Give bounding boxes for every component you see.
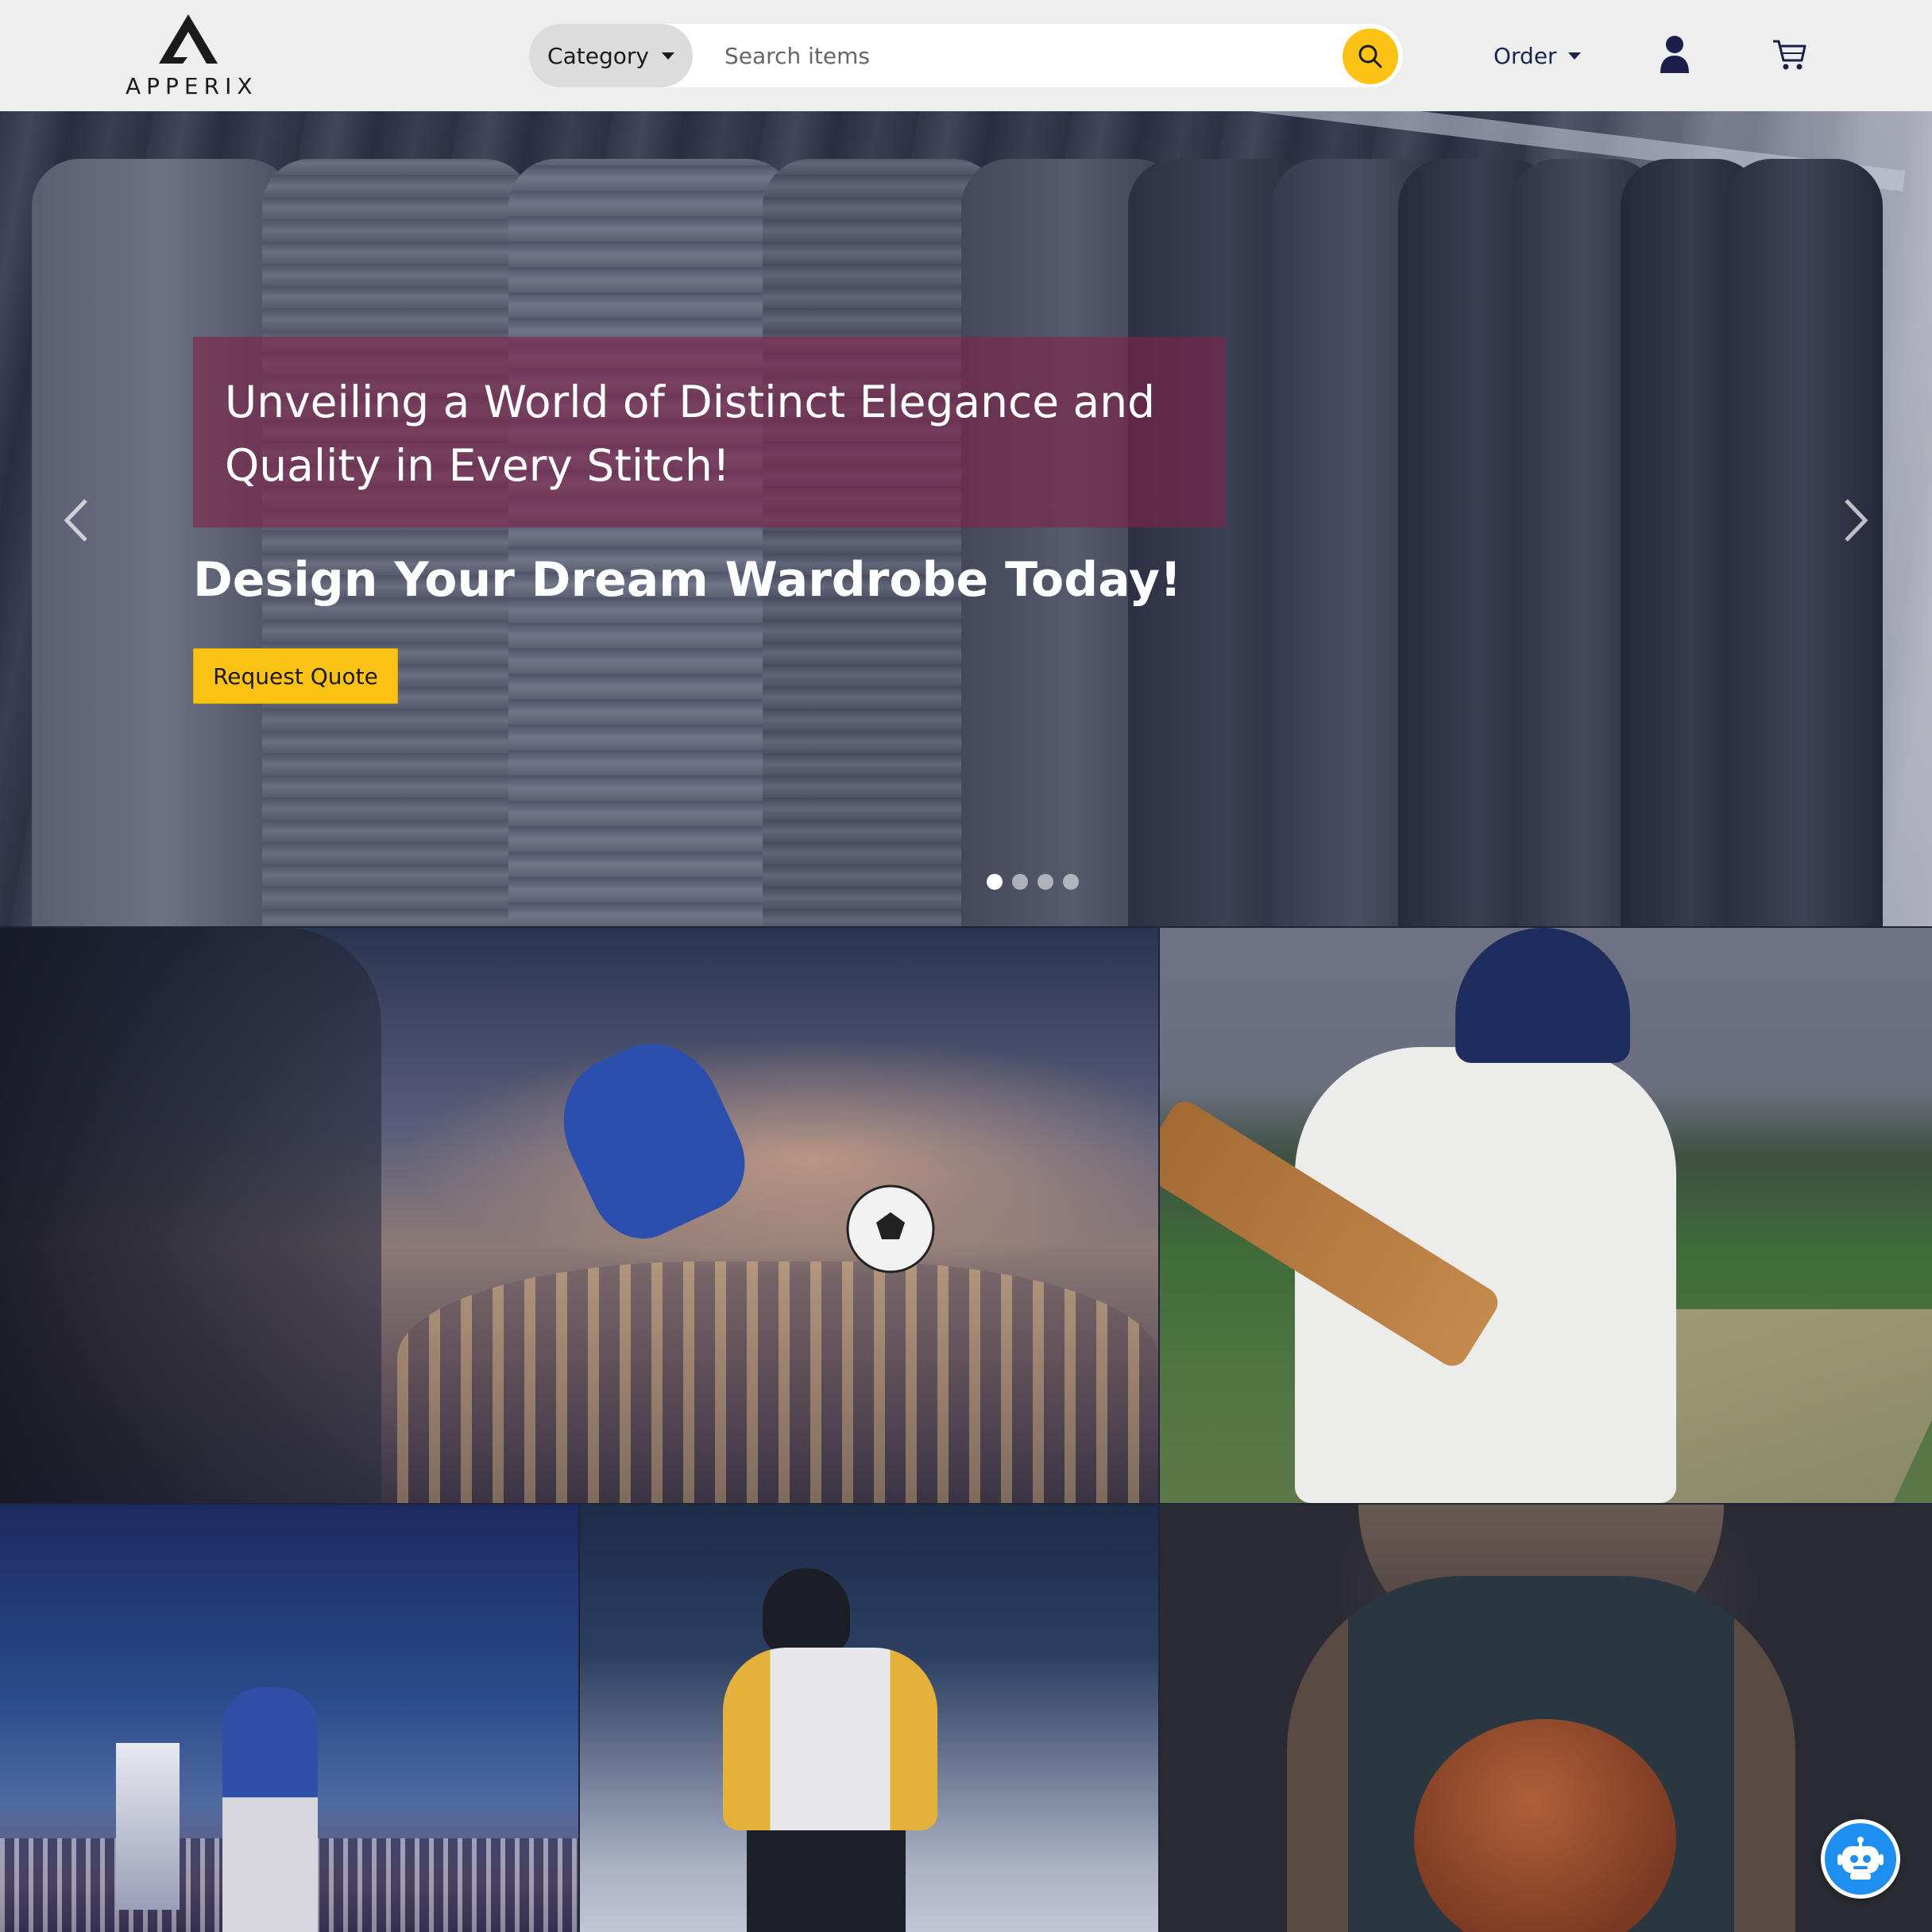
category-tile-hockey[interactable]	[580, 1505, 1158, 1932]
order-label: Order	[1493, 42, 1557, 69]
hero-garment	[508, 159, 794, 926]
brand-name: APPERIX	[126, 73, 258, 99]
category-tile-basketball[interactable]	[1160, 1505, 1932, 1932]
hero-caption: Unveiling a World of Distinct Elegance a…	[225, 377, 1156, 491]
player-foreground	[0, 928, 381, 1503]
brand-logo[interactable]: APPERIX	[126, 14, 253, 102]
user-icon[interactable]	[1659, 35, 1690, 73]
brand-logo-icon	[159, 14, 218, 64]
request-quote-button[interactable]: Request Quote	[193, 648, 398, 704]
navbar: APPERIX Category Order	[0, 0, 1932, 111]
hero-carousel: Unveiling a World of Distinct Elegance a…	[0, 111, 1932, 926]
carousel-indicator[interactable]	[1037, 874, 1053, 890]
soccer-ball-icon	[846, 1184, 935, 1273]
category-label: Category	[547, 42, 649, 69]
hero-title: Design Your Dream Wardrobe Today!	[193, 552, 1182, 608]
search-button[interactable]	[1343, 29, 1398, 84]
chevron-right-icon[interactable]	[1837, 493, 1876, 548]
category-tile-baseball[interactable]	[0, 1505, 578, 1932]
category-dropdown[interactable]: Category	[529, 24, 693, 87]
chatbot-button[interactable]	[1821, 1819, 1900, 1899]
baseball-player	[222, 1687, 318, 1932]
category-tile-soccer[interactable]	[0, 928, 1158, 1503]
hero-caption-box: Unveiling a World of Distinct Elegance a…	[193, 337, 1226, 527]
cart-icon[interactable]	[1772, 38, 1806, 71]
carousel-indicators	[987, 874, 1079, 890]
chevron-left-icon[interactable]	[56, 493, 95, 548]
search-bar: Category	[529, 24, 1403, 87]
carousel-indicator[interactable]	[987, 874, 1003, 890]
hockey-shorts	[747, 1830, 906, 1932]
cricket-helmet	[1455, 928, 1630, 1063]
stadium-lights	[397, 1262, 1158, 1503]
search-icon	[1358, 44, 1382, 68]
chevron-down-icon	[661, 52, 674, 60]
carousel-indicator[interactable]	[1063, 874, 1079, 890]
chatbot-icon	[1837, 1837, 1884, 1880]
order-dropdown[interactable]: Order	[1493, 36, 1581, 75]
hockey-helmet	[763, 1568, 850, 1656]
hockey-player	[723, 1648, 937, 1830]
light-tower	[116, 1743, 180, 1910]
search-input[interactable]	[724, 35, 1233, 76]
soccer-player	[540, 1022, 763, 1255]
chevron-down-icon	[1567, 52, 1581, 60]
carousel-indicator[interactable]	[1012, 874, 1028, 890]
hero-garment	[262, 159, 532, 926]
category-tile-cricket[interactable]	[1160, 928, 1932, 1503]
